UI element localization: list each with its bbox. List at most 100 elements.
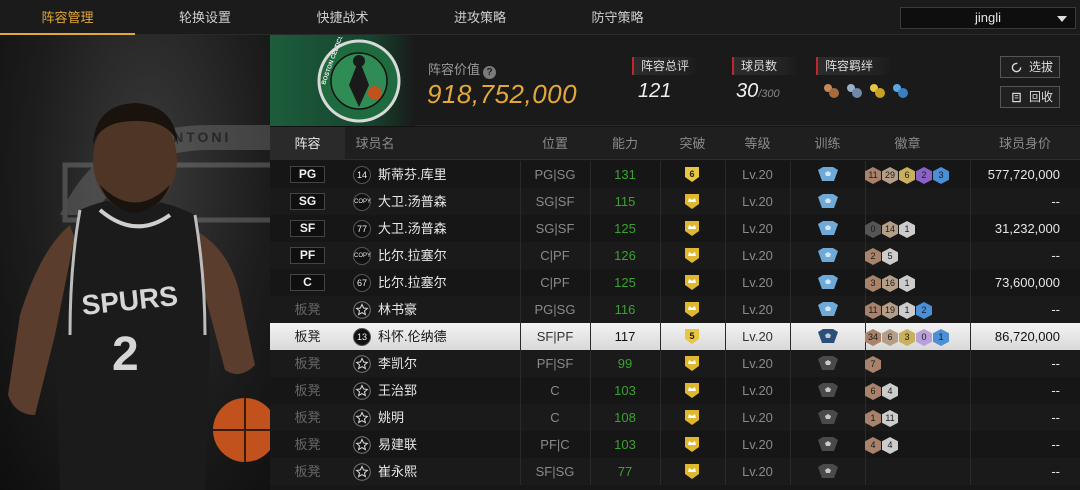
- badge-hex: 2: [916, 302, 932, 319]
- tab-defense[interactable]: 防守策略: [550, 0, 685, 35]
- player-position: PG|SG: [534, 302, 576, 317]
- training-icon[interactable]: [818, 437, 838, 451]
- player-position: SG|SF: [535, 194, 575, 209]
- player-level: Lv.20: [742, 410, 773, 425]
- badge-hex: 1: [899, 302, 915, 319]
- tab-rotation[interactable]: 轮换设置: [135, 0, 275, 35]
- user-dropdown[interactable]: jingli: [900, 7, 1076, 29]
- bench-label: 板凳: [294, 464, 321, 479]
- player-level: Lv.20: [742, 302, 773, 317]
- player-ability: 131: [614, 167, 636, 182]
- recycle-button[interactable]: 回收: [1000, 86, 1060, 108]
- player-ability: 115: [614, 194, 636, 209]
- lineup-slot: PF: [290, 247, 325, 264]
- tab-lineup[interactable]: 阵容管理: [0, 0, 135, 35]
- card-number-badge: COPY: [353, 247, 371, 265]
- player-name[interactable]: 易建联: [378, 431, 417, 458]
- breakthrough-shield-icon: [685, 275, 699, 290]
- lineup-slot: C: [290, 274, 325, 291]
- training-icon[interactable]: [818, 356, 838, 370]
- star-icon: [353, 463, 371, 481]
- badge-hex: 19: [882, 302, 898, 319]
- player-name[interactable]: 比尔.拉塞尔: [378, 242, 447, 269]
- bond-icon-gold[interactable]: [868, 82, 886, 100]
- player-name[interactable]: 大卫.汤普森: [378, 215, 447, 242]
- table-row[interactable]: PG 14 斯蒂芬.库里 PG|SG 131 6 Lv.20 11 29 6 2 3 577,720,0…: [270, 161, 1080, 188]
- table-row[interactable]: C 67 比尔.拉塞尔 C|PF 125 Lv.20 3 16 1 73,600,000: [270, 269, 1080, 296]
- player-position: C: [550, 410, 560, 425]
- table-row[interactable]: SG COPY 大卫.汤普森 SG|SF 115 Lv.20 --: [270, 188, 1080, 215]
- training-icon[interactable]: [818, 248, 838, 262]
- player-name[interactable]: 林书豪: [378, 296, 417, 323]
- badge-list: 0 14 1: [865, 220, 916, 238]
- training-icon[interactable]: [818, 302, 838, 316]
- table-row[interactable]: 板凳 姚明 C 108 Lv.20 1 11 --: [270, 404, 1080, 431]
- player-ability: 125: [614, 275, 636, 290]
- player-name[interactable]: 姚明: [378, 404, 404, 431]
- col-breakthrough: 突破: [679, 136, 706, 151]
- user-name: jingli: [974, 10, 1001, 25]
- table-row[interactable]: 板凳 崔永熙 SF|SG 77 Lv.20 --: [270, 458, 1080, 485]
- training-icon[interactable]: [818, 275, 838, 289]
- player-name[interactable]: 李凯尔: [378, 350, 417, 377]
- bond-icon-bronze[interactable]: [822, 82, 840, 100]
- training-icon[interactable]: [818, 329, 838, 343]
- table-row[interactable]: 板凳 林书豪 PG|SG 116 Lv.20 11 19 1 2 --: [270, 296, 1080, 323]
- lineup-value: 918,752,000: [427, 79, 578, 109]
- training-icon[interactable]: [818, 464, 838, 478]
- table-row[interactable]: 板凳 王治郅 C 103 Lv.20 6 4 --: [270, 377, 1080, 404]
- training-icon[interactable]: [818, 194, 838, 208]
- player-ability: 117: [614, 329, 636, 344]
- breakthrough-shield-icon: 6: [685, 167, 699, 182]
- table-row[interactable]: 板凳 13 科怀.伦纳德 SF|PF 117 5 Lv.20 34 6 3 0 1 86,720,000: [270, 323, 1080, 350]
- badge-hex: 3: [933, 167, 949, 184]
- select-button[interactable]: 选拔: [1000, 56, 1060, 78]
- player-value: --: [1051, 383, 1060, 398]
- badge-hex: 6: [899, 167, 915, 184]
- table-row[interactable]: 板凳 易建联 PF|C 103 Lv.20 4 4 --: [270, 431, 1080, 458]
- team-logo-area: BOSTON CELTICS: [270, 35, 415, 126]
- player-ability: 108: [614, 410, 636, 425]
- badge-hex: 2: [916, 167, 932, 184]
- player-name[interactable]: 王治郅: [378, 377, 417, 404]
- bond-icon-silver[interactable]: [845, 82, 863, 100]
- badge-hex: 34: [865, 329, 881, 346]
- col-player-name: 球员名: [355, 136, 395, 151]
- badge-hex: 29: [882, 167, 898, 184]
- bond-icon-blue[interactable]: [891, 82, 909, 100]
- svg-text:2: 2: [112, 328, 139, 381]
- badge-hex: 6: [865, 383, 881, 400]
- table-row[interactable]: PF COPY 比尔.拉塞尔 C|PF 126 Lv.20 2 5 --: [270, 242, 1080, 269]
- player-level: Lv.20: [742, 464, 773, 479]
- breakthrough-shield-icon: 5: [685, 329, 699, 344]
- player-ability: 99: [617, 356, 633, 371]
- player-name[interactable]: 科怀.伦纳德: [378, 323, 447, 350]
- player-value: --: [1051, 464, 1060, 479]
- training-icon[interactable]: [818, 383, 838, 397]
- player-level: Lv.20: [742, 383, 773, 398]
- training-icon[interactable]: [818, 221, 838, 235]
- player-figure: SPURS 2: [8, 103, 270, 490]
- player-name[interactable]: 大卫.汤普森: [378, 188, 447, 215]
- player-name[interactable]: 崔永熙: [378, 458, 417, 485]
- player-name[interactable]: 比尔.拉塞尔: [378, 269, 447, 296]
- help-icon[interactable]: ?: [483, 66, 497, 79]
- player-value: --: [1051, 410, 1060, 425]
- bench-label: 板凳: [294, 329, 321, 344]
- tab-quick-tactics[interactable]: 快捷战术: [275, 0, 410, 35]
- players-count: 30/300: [736, 80, 780, 103]
- training-icon[interactable]: [818, 410, 838, 424]
- table-row[interactable]: 板凳 李凯尔 PF|SF 99 Lv.20 7 --: [270, 350, 1080, 377]
- player-name[interactable]: 斯蒂芬.库里: [378, 161, 447, 188]
- col-player-value: 球员身价: [998, 136, 1051, 151]
- badge-list: 3 16 1: [865, 274, 916, 292]
- tab-offense[interactable]: 进攻策略: [410, 0, 550, 35]
- table-row[interactable]: SF 77 大卫.汤普森 SG|SF 125 Lv.20 0 14 1 31,232,000: [270, 215, 1080, 242]
- col-position: 位置: [541, 136, 568, 151]
- player-position: PF|C: [540, 437, 570, 452]
- players-label: 球员数: [732, 57, 798, 75]
- training-icon[interactable]: [818, 167, 838, 181]
- table-body: PG 14 斯蒂芬.库里 PG|SG 131 6 Lv.20 11 29 6 2 3 577,720,0…: [270, 161, 1080, 490]
- breakthrough-shield-icon: [685, 410, 699, 425]
- select-button-label: 选拔: [1029, 60, 1054, 74]
